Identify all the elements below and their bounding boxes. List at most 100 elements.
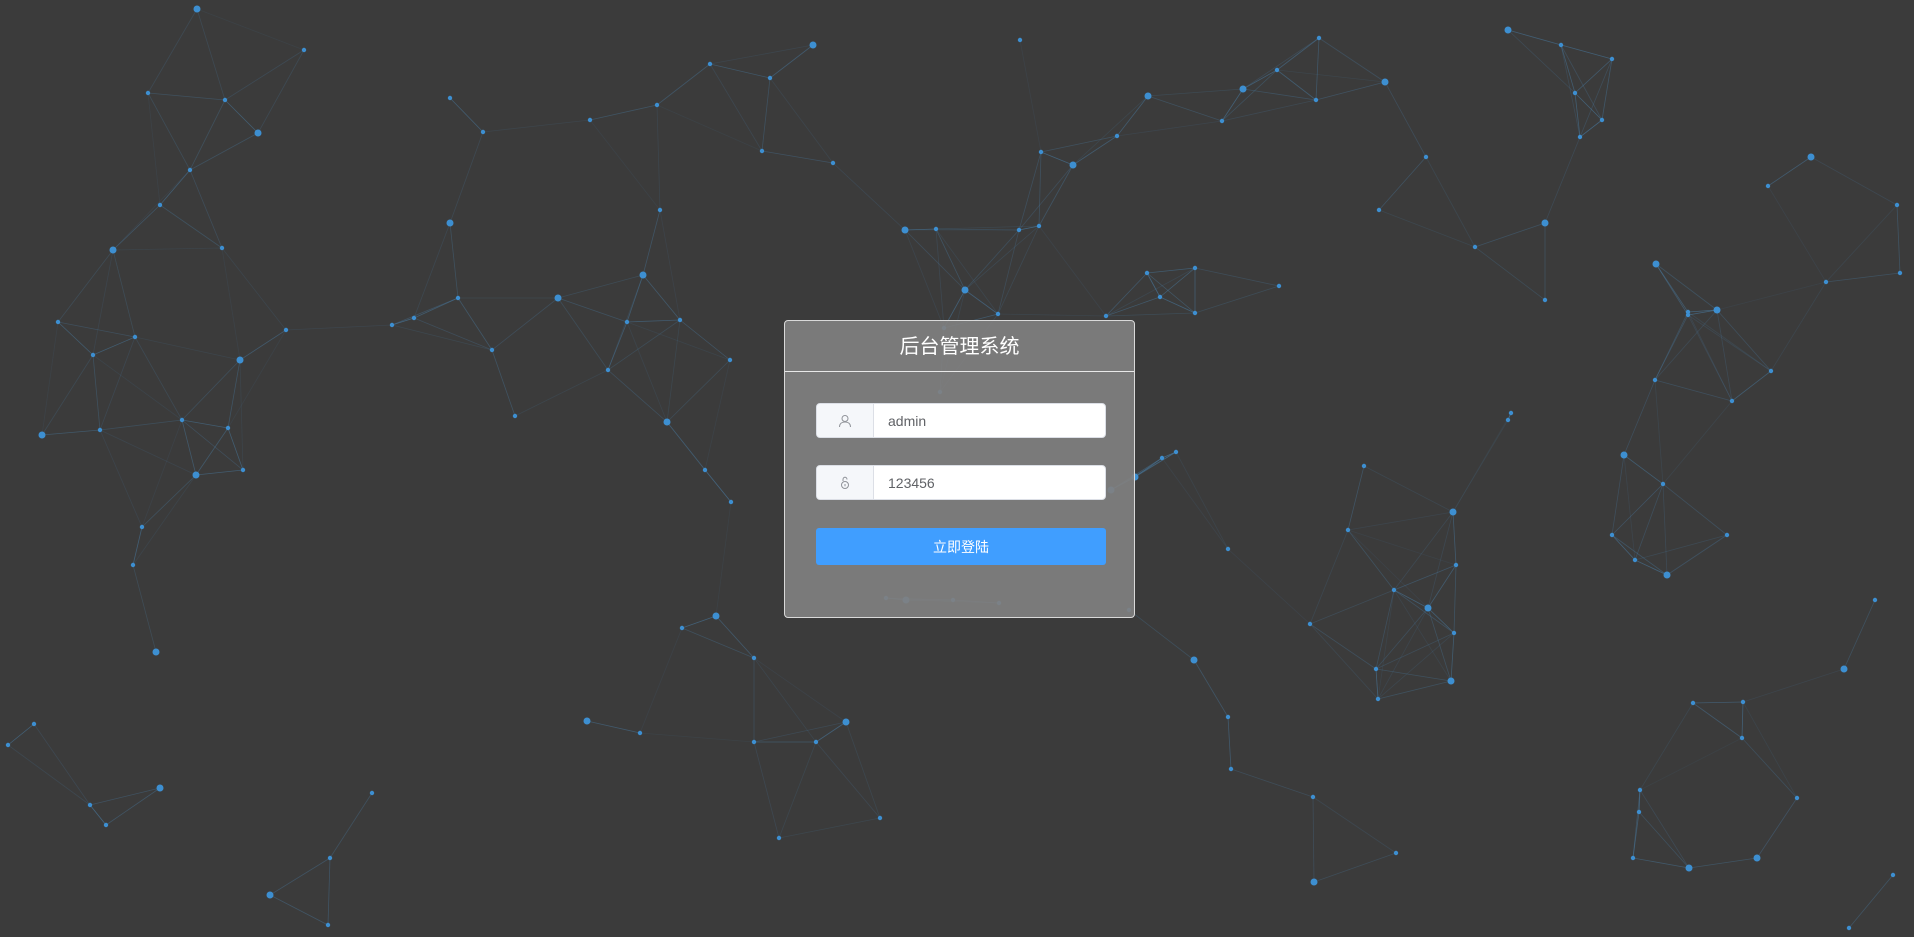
- network-node: [1713, 306, 1721, 314]
- network-link: [132, 564, 157, 653]
- network-node: [1219, 118, 1225, 124]
- network-node: [187, 167, 193, 173]
- network-link: [1105, 272, 1148, 317]
- network-link: [1560, 44, 1603, 121]
- network-link: [491, 297, 559, 351]
- password-input[interactable]: [874, 466, 1105, 499]
- network-link: [753, 657, 847, 723]
- network-link: [589, 119, 661, 211]
- network-node: [1449, 508, 1457, 516]
- network-node: [1190, 656, 1198, 664]
- network-link: [181, 419, 197, 476]
- network-link: [99, 429, 197, 476]
- network-node: [639, 271, 647, 279]
- network-link: [57, 249, 114, 323]
- network-link: [189, 132, 259, 171]
- network-link: [1347, 465, 1365, 531]
- network-link: [1194, 267, 1280, 287]
- network-node: [31, 721, 37, 727]
- user-icon: [817, 404, 874, 437]
- network-link: [639, 627, 683, 734]
- network-node: [1453, 562, 1459, 568]
- network-node: [1541, 219, 1549, 227]
- network-node: [776, 835, 782, 841]
- network-link: [1377, 607, 1429, 700]
- network-node: [1103, 313, 1109, 319]
- network-node: [1373, 666, 1379, 672]
- network-node: [254, 129, 262, 137]
- network-link: [99, 429, 143, 528]
- network-link: [1038, 225, 1107, 317]
- network-link: [709, 63, 763, 152]
- network-node: [961, 286, 969, 294]
- network-link: [1175, 451, 1229, 550]
- network-node: [1872, 597, 1878, 603]
- password-field[interactable]: [816, 465, 1106, 500]
- network-link: [1038, 164, 1074, 227]
- network-node: [1846, 925, 1852, 931]
- network-node: [1316, 35, 1322, 41]
- network-node: [1599, 117, 1605, 123]
- network-node: [283, 327, 289, 333]
- network-link: [1560, 44, 1613, 60]
- network-node: [109, 246, 117, 254]
- network-link: [997, 225, 1040, 315]
- network-node: [219, 245, 225, 251]
- network-node: [1504, 26, 1512, 34]
- username-field[interactable]: [816, 403, 1106, 438]
- network-link: [769, 77, 834, 164]
- network-node: [1159, 455, 1165, 461]
- network-link: [607, 369, 668, 423]
- network-link: [269, 894, 329, 926]
- login-button[interactable]: 立即登陆: [816, 528, 1106, 565]
- network-node: [583, 717, 591, 725]
- network-node: [132, 334, 138, 340]
- network-link: [57, 321, 94, 356]
- network-node: [1894, 202, 1900, 208]
- network-link: [1116, 120, 1223, 137]
- network-node: [240, 467, 246, 473]
- network-node: [1558, 42, 1564, 48]
- network-link: [1146, 272, 1196, 314]
- network-link: [1347, 529, 1429, 609]
- network-link: [557, 297, 628, 323]
- network-link: [557, 297, 609, 371]
- network-link: [1072, 95, 1149, 166]
- network-node: [193, 5, 201, 13]
- network-node: [5, 742, 11, 748]
- network-link: [1393, 589, 1429, 609]
- network-node: [728, 499, 734, 505]
- network-node: [1313, 97, 1319, 103]
- network-link: [1742, 668, 1845, 703]
- network-link: [1767, 185, 1827, 283]
- network-node: [1508, 410, 1514, 416]
- network-link: [681, 627, 755, 659]
- network-link: [1159, 296, 1196, 314]
- network-link: [1276, 69, 1386, 83]
- network-link: [112, 249, 136, 338]
- network-link: [1427, 564, 1457, 609]
- network-node: [1391, 587, 1397, 593]
- network-node: [1542, 297, 1548, 303]
- network-link: [1634, 483, 1664, 561]
- network-node: [830, 160, 836, 166]
- network-link: [1611, 483, 1664, 536]
- network-link: [195, 469, 244, 476]
- network-link: [1632, 857, 1690, 869]
- network-link: [1662, 483, 1668, 576]
- network-link: [904, 229, 945, 329]
- network-link: [704, 469, 732, 503]
- network-node: [1423, 154, 1429, 160]
- network-node: [139, 524, 145, 530]
- network-link: [1159, 267, 1196, 298]
- network-link: [181, 419, 229, 429]
- network-link: [1825, 204, 1898, 283]
- network-node: [1016, 227, 1022, 233]
- network-link: [1276, 37, 1320, 71]
- network-node: [1690, 700, 1696, 706]
- network-link: [1623, 454, 1636, 561]
- network-link: [1692, 702, 1743, 739]
- network-node: [702, 467, 708, 473]
- network-node: [1505, 417, 1511, 423]
- username-input[interactable]: [874, 404, 1105, 437]
